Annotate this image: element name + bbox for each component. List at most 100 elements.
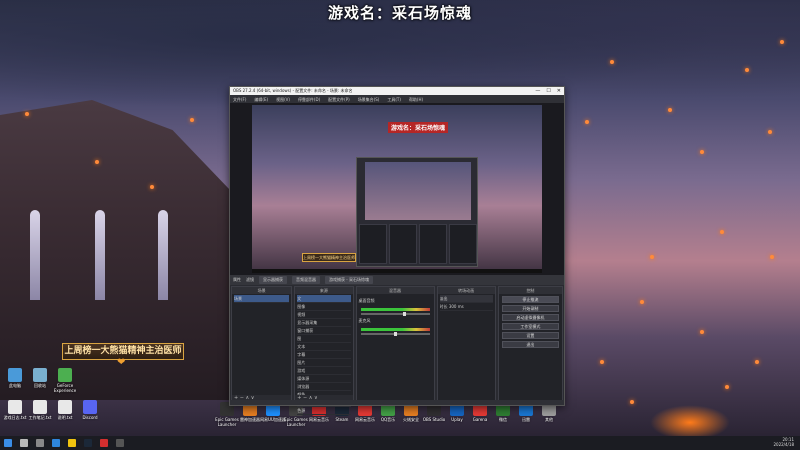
control-button[interactable]: 开始录制: [501, 305, 559, 312]
menu-view[interactable]: 视图(V): [276, 97, 290, 102]
transition-select[interactable]: 淡出: [439, 295, 493, 303]
lantern: [585, 120, 589, 124]
obs-docks: 场景 场景 + − ∧ ∨ 来源 文图像 视频 显示器采集 窗口捕获图文本 字幕 图片 游戏…: [230, 285, 564, 415]
preview-game-title: 游戏名：采石场惊魂: [388, 122, 449, 133]
system-tray[interactable]: 20:11 2022/4/18: [773, 437, 794, 447]
control-button[interactable]: 退出: [501, 341, 559, 348]
lantern: [630, 400, 634, 404]
windows-icon[interactable]: [4, 439, 12, 447]
menu-file[interactable]: 文件(F): [233, 97, 246, 102]
lantern: [25, 112, 29, 116]
transitions-dock-title: 转场动画: [437, 287, 495, 294]
mixer-dock: 混音器 桌面音频 麦克风: [355, 286, 435, 404]
obs-title: OBS 27.2.4 (64-bit, windows) - 配置文件: 未命名…: [233, 88, 353, 93]
duration-label: 时长: [439, 304, 448, 309]
lantern: [640, 300, 644, 304]
volume-slider[interactable]: [360, 312, 430, 316]
source-item[interactable]: 显示器采集: [297, 319, 351, 327]
desktop-icon[interactable]: Discord: [75, 400, 105, 420]
lantern: [190, 118, 194, 122]
source-item[interactable]: 图片: [297, 359, 351, 367]
scenes-dock: 场景 场景 + − ∧ ∨: [231, 286, 293, 404]
lantern: [745, 68, 749, 72]
control-button[interactable]: 停止推流: [501, 296, 559, 303]
game-title: 游戏名：采石场惊魂: [327, 4, 472, 22]
volume-slider-knob[interactable]: [403, 312, 407, 316]
transition-duration[interactable]: 时长 300 ms: [439, 303, 493, 311]
source-item[interactable]: 字幕: [297, 351, 351, 359]
close-button[interactable]: ✕: [557, 88, 561, 94]
properties-button[interactable]: 属性: [233, 277, 241, 283]
taskbar: 20:11 2022/4/18: [0, 436, 800, 450]
source-item[interactable]: 媒体源: [297, 375, 351, 383]
sources-dock: 来源 文图像视频显示器采集窗口捕获图文本字幕图片游戏媒体源浏览器颜色音频色源 +…: [294, 286, 354, 415]
source-item[interactable]: 图: [297, 335, 351, 343]
lantern-glow: [650, 405, 730, 440]
castle-window: [95, 210, 105, 300]
source-item[interactable]: 色源: [297, 407, 351, 415]
menu-tools[interactable]: 工具(T): [387, 97, 401, 102]
menu-profile[interactable]: 配置文件(P): [328, 97, 350, 102]
lantern: [770, 255, 774, 259]
source-item[interactable]: 文: [297, 295, 351, 303]
app-icon: [8, 368, 22, 382]
lantern: [780, 40, 784, 44]
menu-docks[interactable]: 停靠部件(D): [298, 97, 320, 102]
preview-banner: 上周榜一大熊猫精神主治医师: [302, 253, 356, 262]
desktop-icon-label: GeForce Experience: [53, 383, 77, 393]
obs-titlebar[interactable]: OBS 27.2.4 (64-bit, windows) - 配置文件: 未命名…: [230, 87, 564, 95]
nested-panel: [449, 224, 477, 264]
nested-panels: [359, 224, 477, 264]
control-button[interactable]: 工作室模式: [501, 323, 559, 330]
menu-scene-collection[interactable]: 场景集合(S): [358, 97, 380, 102]
lantern: [610, 60, 614, 64]
lantern: [650, 255, 654, 259]
toolbar-tab[interactable]: 游戏捕获 - 采石场惊魂: [325, 276, 373, 284]
sources-dock-title: 来源: [295, 287, 353, 294]
volume-slider-knob[interactable]: [393, 332, 397, 336]
obs-preview[interactable]: 游戏名：采石场惊魂 上周榜一大熊猫精神主治医师: [230, 103, 564, 275]
nested-panel: [419, 224, 447, 264]
volume-meter: [360, 328, 430, 331]
obs-statusbar: [230, 400, 564, 405]
scene-item[interactable]: 场景: [234, 295, 290, 303]
controls-dock-title: 控制: [498, 287, 562, 294]
maximize-button[interactable]: ☐: [546, 88, 550, 94]
obs-icon[interactable]: [116, 439, 124, 447]
toolbar-tab[interactable]: 显示器捕获: [259, 276, 287, 284]
lantern: [600, 360, 604, 364]
control-button[interactable]: 设置: [501, 332, 559, 339]
source-item[interactable]: 图像: [297, 303, 351, 311]
app-icon: [8, 400, 22, 414]
mixer-channel-name: 桌面音频: [358, 298, 375, 303]
source-item[interactable]: 窗口捕获: [297, 327, 351, 335]
lantern: [150, 185, 154, 189]
source-item[interactable]: 文本: [297, 343, 351, 351]
lantern: [95, 160, 99, 164]
search-icon[interactable]: [20, 439, 28, 447]
steam-icon[interactable]: [84, 439, 92, 447]
obs-menubar: 文件(F) 编辑(E) 视图(V) 停靠部件(D) 配置文件(P) 场景集合(S…: [230, 95, 564, 103]
menu-edit[interactable]: 编辑(E): [254, 97, 268, 102]
control-button[interactable]: 启动虚拟摄像机: [501, 314, 559, 321]
desktop-icon[interactable]: GeForce Experience: [50, 368, 80, 393]
preview-taskbar: [252, 269, 542, 273]
obs-window[interactable]: OBS 27.2.4 (64-bit, windows) - 配置文件: 未命名…: [229, 86, 565, 415]
menu-help[interactable]: 帮助(H): [409, 97, 423, 102]
source-item[interactable]: 视频: [297, 311, 351, 319]
tray-date: 2022/4/18: [773, 442, 794, 447]
task-view-icon[interactable]: [36, 439, 44, 447]
source-item[interactable]: 游戏: [297, 367, 351, 375]
obs-source-toolbar: 属性 滤镜 显示器捕获 音频混音器 游戏捕获 - 采石场惊魂: [230, 275, 564, 285]
toolbar-tab[interactable]: 音频混音器: [292, 276, 320, 284]
edge-icon[interactable]: [52, 439, 60, 447]
explorer-icon[interactable]: [68, 439, 76, 447]
netease-icon[interactable]: [100, 439, 108, 447]
castle-window: [30, 210, 40, 300]
volume-slider[interactable]: [360, 332, 430, 336]
heart-icon: ❤: [117, 357, 126, 368]
transitions-dock: 转场动画 淡出 时长 300 ms: [436, 286, 496, 404]
filters-button[interactable]: 滤镜: [246, 277, 254, 283]
source-item[interactable]: 浏览器: [297, 383, 351, 391]
minimize-button[interactable]: —: [535, 88, 540, 94]
